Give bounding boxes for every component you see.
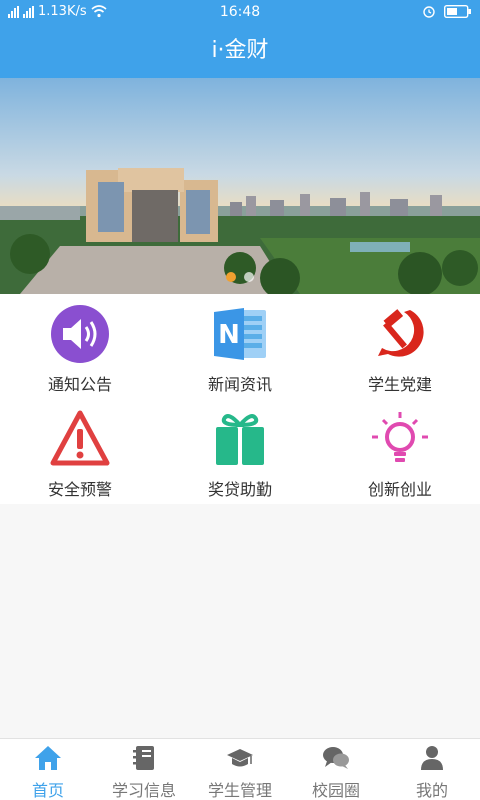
carousel-dot-2[interactable] xyxy=(244,272,254,282)
tab-label: 首页 xyxy=(31,781,64,800)
hammer-sickle-icon xyxy=(378,309,424,357)
carousel-dot-1[interactable] xyxy=(226,272,236,282)
menu-label: 学生党建 xyxy=(367,375,432,394)
notebook-icon xyxy=(133,746,154,770)
battery-icon xyxy=(444,4,471,18)
onenote-icon: N xyxy=(214,308,266,360)
menu-item-innovation[interactable]: 创新创业 xyxy=(320,399,480,504)
carousel-indicators xyxy=(0,272,480,282)
tab-mine[interactable]: 我的 xyxy=(384,739,480,800)
speaker-icon xyxy=(51,305,109,363)
tab-home[interactable]: 首页 xyxy=(0,739,96,800)
page-title: i·金财 xyxy=(211,38,269,63)
warning-icon xyxy=(50,410,110,466)
menu-item-party[interactable]: 学生党建 xyxy=(320,294,480,399)
menu-item-warning[interactable]: 安全预警 xyxy=(0,399,160,504)
menu-label: 安全预警 xyxy=(47,480,112,499)
home-icon xyxy=(35,746,61,770)
lightbulb-icon xyxy=(372,412,428,462)
campus-image xyxy=(0,168,480,294)
bottom-tab-bar: 首页 学习信息 学生管理 校园圈 我的 xyxy=(0,738,480,800)
status-time: 16:48 xyxy=(219,4,261,20)
menu-label: 创新创业 xyxy=(367,480,432,499)
tab-student-management[interactable]: 学生管理 xyxy=(192,739,288,800)
feature-grid: 通知公告 N 新闻资讯 学生党建 安全预警 奖贷助勤 创新创业 xyxy=(0,294,480,504)
menu-item-notice[interactable]: 通知公告 xyxy=(0,294,160,399)
tab-study-info[interactable]: 学习信息 xyxy=(96,739,192,800)
status-bar: 1.13K/s 16:48 xyxy=(0,0,480,24)
menu-label: 新闻资讯 xyxy=(207,375,272,394)
status-right xyxy=(422,4,472,18)
person-icon xyxy=(421,746,443,770)
tab-label: 学生管理 xyxy=(207,781,272,800)
menu-label: 奖贷助勤 xyxy=(207,480,272,499)
menu-item-aid[interactable]: 奖贷助勤 xyxy=(160,399,320,504)
tab-campus-circle[interactable]: 校园圈 xyxy=(288,739,384,800)
app-title-bar: i·金财 xyxy=(0,24,480,78)
alarm-icon xyxy=(423,6,435,18)
svg-text:N: N xyxy=(218,320,240,350)
tab-label: 我的 xyxy=(415,781,448,800)
chat-bubbles-icon xyxy=(323,747,349,769)
tab-label: 学习信息 xyxy=(111,781,176,800)
menu-label: 通知公告 xyxy=(47,375,112,394)
banner-carousel[interactable] xyxy=(0,78,480,294)
menu-item-news[interactable]: N 新闻资讯 xyxy=(160,294,320,399)
graduation-cap-icon xyxy=(227,749,253,767)
gift-icon xyxy=(216,414,264,465)
tab-label: 校园圈 xyxy=(311,781,360,800)
